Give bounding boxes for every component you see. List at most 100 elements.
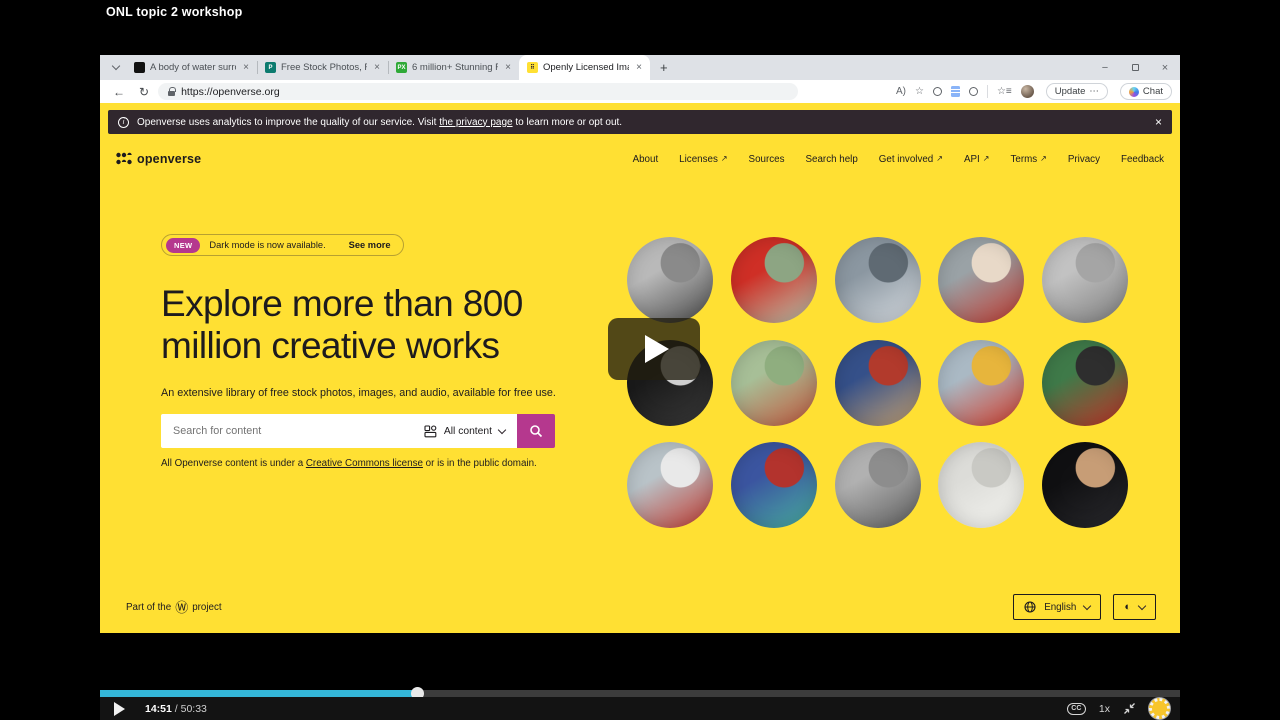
creative-commons-link[interactable]: Creative Commons license <box>306 458 423 469</box>
weightlifter-red-singlet-photo[interactable] <box>938 237 1025 323</box>
diver-black-background-photo[interactable] <box>1042 442 1128 528</box>
nav-item-label: Sources <box>748 153 785 165</box>
video-title: ONL topic 2 workshop <box>106 5 243 19</box>
lock-icon <box>168 86 177 96</box>
nav-item-privacy[interactable]: Privacy <box>1068 154 1100 165</box>
track-cyclist-red-jersey-photo[interactable] <box>627 442 713 528</box>
analytics-banner: i Openverse uses analytics to improve th… <box>108 110 1172 134</box>
openverse-logo[interactable]: openverse <box>116 152 201 166</box>
banner-text-before: Openverse uses analytics to improve the … <box>137 116 440 128</box>
openverse-page: i Openverse uses analytics to improve th… <box>100 103 1180 633</box>
external-link-icon: ↗ <box>982 154 990 163</box>
page-title: Explore more than 800 million creative w… <box>161 283 591 367</box>
announcement-text: Dark mode is now available. <box>209 240 326 250</box>
external-link-icon: ↗ <box>720 154 728 163</box>
back-icon[interactable]: ← <box>108 85 130 99</box>
favorites-star-icon[interactable]: ☆ <box>915 86 924 97</box>
nav-item-about[interactable]: About <box>633 154 659 165</box>
play-icon <box>645 335 669 363</box>
video-progress-bar[interactable] <box>100 687 1180 700</box>
url-text: https://openverse.org <box>181 85 280 98</box>
refresh-icon[interactable]: ↻ <box>134 85 154 99</box>
reading-list-icon[interactable] <box>950 86 960 97</box>
site-nav: About Licenses ↗ Sources Search help Get invo… <box>633 154 1164 165</box>
privacy-page-link[interactable]: the privacy page <box>439 117 512 128</box>
minimize-button[interactable]: − <box>1090 55 1120 80</box>
nav-item-feedback[interactable]: Feedback <box>1121 154 1164 165</box>
tracking-prevention-icon[interactable] <box>932 87 942 96</box>
nav-item-label: Get involved <box>878 153 934 165</box>
vintage-women-team-bw-photo[interactable] <box>834 442 921 528</box>
search-bar: All content <box>161 414 555 448</box>
toolbar-icons: A) ☆ ☆≡ <box>896 85 1034 98</box>
search-input[interactable] <box>161 414 420 448</box>
tab[interactable]: A body of water surrounded by tre × <box>126 55 257 80</box>
red-shirt-athlete-photo[interactable] <box>730 237 817 323</box>
footer-controls: English ◐ <box>1013 594 1156 620</box>
profile-avatar[interactable] <box>1020 85 1034 98</box>
bw-athlete-portrait-photo[interactable] <box>627 237 713 323</box>
captions-button[interactable]: CC <box>1066 702 1086 715</box>
nav-item-licenses[interactable]: Licenses ↗ <box>679 154 727 165</box>
nav-item-sources[interactable]: Sources <box>749 154 785 165</box>
nav-item-label: Licenses <box>679 153 718 165</box>
part-of-text: Part of the <box>126 601 172 613</box>
play-button[interactable] <box>114 701 125 716</box>
update-button[interactable]: Update ⋯ <box>1045 83 1108 100</box>
wordpress-icon[interactable]: Ⓦ <box>175 601 188 614</box>
theme-dropdown[interactable]: ◐ <box>1113 594 1156 620</box>
chevron-down-icon <box>1137 601 1147 610</box>
tab-close-icon[interactable]: × <box>372 62 382 73</box>
search-button[interactable] <box>517 414 555 448</box>
tab[interactable]: PX 6 million+ Stunning Free Images t × <box>388 55 519 80</box>
tab-search-chevron-icon[interactable] <box>106 55 126 80</box>
dark-mode-announcement[interactable]: NEW Dark mode is now available. See more <box>161 234 404 256</box>
athletics-poster-painting[interactable] <box>834 339 921 426</box>
new-tab-button[interactable]: + <box>650 55 678 80</box>
tab-close-icon[interactable]: × <box>241 62 251 73</box>
collections-icon[interactable] <box>968 87 978 96</box>
tab-close-icon[interactable]: × <box>503 62 513 73</box>
project-text: project <box>192 601 222 613</box>
language-dropdown[interactable]: English <box>1013 594 1102 620</box>
pexels-favicon: P <box>265 62 276 73</box>
nav-item-api[interactable]: API ↗ <box>964 154 990 165</box>
gymnast-hands-on-bar-photo[interactable] <box>834 237 921 323</box>
chat-button[interactable]: Chat <box>1119 83 1172 100</box>
tab-label: Free Stock Photos, Royalty Free St <box>281 62 367 73</box>
nav-item-terms[interactable]: Terms ↗ <box>1010 154 1046 165</box>
wrestler-portrait-green-photo[interactable] <box>1042 339 1128 426</box>
playback-speed-button[interactable]: 1x <box>1099 703 1110 715</box>
recording-logo-icon[interactable] <box>1149 698 1170 719</box>
globe-icon <box>1024 601 1036 613</box>
maximize-button[interactable] <box>1120 55 1150 80</box>
close-window-button[interactable]: × <box>1150 55 1180 80</box>
collections-icon <box>968 87 978 96</box>
theme-icon: ◐ <box>1124 600 1131 613</box>
url-field[interactable]: https://openverse.org <box>158 83 799 100</box>
external-link-icon: ↗ <box>1040 154 1047 163</box>
medal-relief-sculpture-photo[interactable] <box>1042 237 1128 323</box>
gymnast-red-yellow-photo[interactable] <box>938 339 1025 426</box>
long-jumper-action-photo[interactable] <box>730 442 817 528</box>
copilot-icon <box>1128 86 1139 97</box>
time-separator: / <box>174 702 178 715</box>
tab[interactable]: P Free Stock Photos, Royalty Free St × <box>257 55 388 80</box>
fencer-green-background-photo[interactable] <box>730 339 817 426</box>
content-type-dropdown[interactable]: All content <box>419 414 517 448</box>
see-more-link[interactable]: See more <box>349 240 391 250</box>
exit-fullscreen-icon[interactable] <box>1123 702 1136 715</box>
nav-item-label: Feedback <box>1120 153 1164 165</box>
chat-label: Chat <box>1142 86 1163 97</box>
nav-item-search-help[interactable]: Search help <box>806 154 858 165</box>
unsplash-favicon <box>134 62 145 73</box>
tab-active[interactable]: ⠿ Openly Licensed Images, Audio an × <box>519 55 650 80</box>
nav-item-get-involved[interactable]: Get involved ↗ <box>879 154 943 165</box>
play-overlay-button[interactable] <box>608 318 700 380</box>
banner-close-icon[interactable]: × <box>1155 115 1162 129</box>
read-aloud-icon[interactable]: A) <box>896 86 906 97</box>
nav-item-label: About <box>632 153 659 165</box>
tab-close-icon[interactable]: × <box>634 62 644 73</box>
favorites-bar-icon[interactable]: ☆≡ <box>997 86 1012 97</box>
fencing-mask-white-photo[interactable] <box>938 442 1025 528</box>
